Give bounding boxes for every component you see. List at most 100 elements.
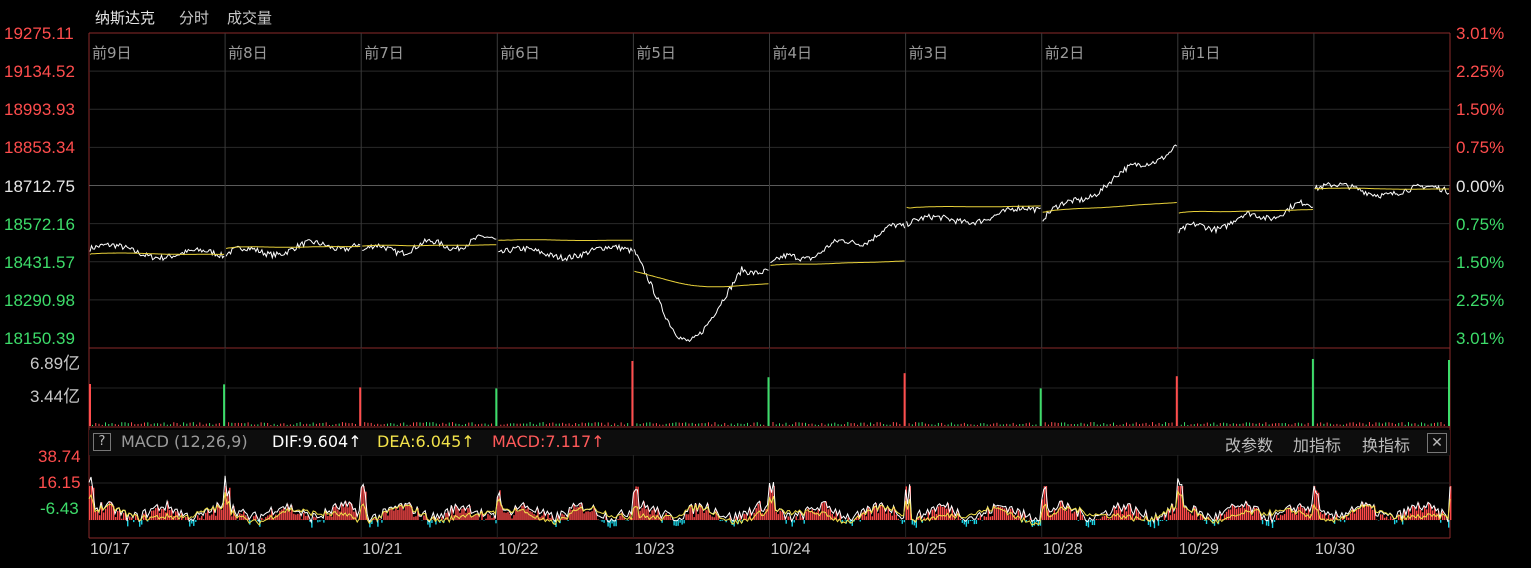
- volume-bar: [1044, 422, 1046, 426]
- volume-bar: [805, 422, 807, 426]
- volume-bar: [571, 424, 573, 426]
- macd-histogram-bar: [153, 510, 155, 521]
- volume-bar: [591, 423, 593, 426]
- volume-bar: [993, 423, 995, 426]
- volume-bar: [963, 422, 965, 426]
- volume-bar: [957, 424, 959, 426]
- volume-bar: [1265, 422, 1267, 426]
- volume-bar: [241, 423, 243, 426]
- volume-bar: [377, 423, 379, 426]
- volume-bar: [811, 423, 813, 426]
- price-tick-left: 18572.16: [4, 214, 75, 234]
- price-line-day-4: [498, 243, 633, 262]
- volume-bar: [442, 422, 444, 426]
- macd-histogram-bar: [349, 501, 351, 521]
- macd-histogram-bar: [575, 507, 577, 521]
- macd-histogram-bar: [897, 518, 899, 521]
- macd-axis-min: -6.43: [40, 499, 79, 518]
- macd-histogram-bar: [941, 506, 944, 521]
- date-tick: 10/21: [362, 541, 403, 558]
- macd-histogram-bar: [455, 505, 457, 521]
- volume-bar: [594, 422, 596, 426]
- volume-bar: [1096, 424, 1098, 426]
- volume-bar: [785, 422, 787, 426]
- close-icon[interactable]: ✕: [1427, 433, 1447, 453]
- volume-bar: [662, 424, 664, 426]
- add-indicator-button[interactable]: 加指标: [1293, 432, 1341, 456]
- volume-bar: [293, 424, 295, 426]
- volume-bar: [296, 423, 298, 426]
- volume-bar: [950, 422, 952, 426]
- macd-histogram-bar: [1187, 511, 1190, 521]
- volume-bar: [111, 423, 113, 426]
- chart-canvas[interactable]: [0, 0, 1531, 568]
- volume-bar: [1165, 422, 1167, 426]
- macd-histogram-bar: [1375, 519, 1378, 521]
- volume-bar: [1093, 422, 1095, 426]
- volume-bar: [383, 424, 385, 426]
- macd-histogram-bar: [579, 504, 581, 521]
- macd-histogram-bar: [561, 513, 563, 521]
- volume-bar: [675, 422, 677, 426]
- volume-bar: [759, 424, 761, 426]
- macd-histogram-bar: [143, 513, 145, 521]
- volume-bar: [782, 424, 784, 426]
- volume-bar: [1106, 424, 1108, 426]
- volume-bar: [412, 422, 414, 426]
- price-tick-left: 19275.11: [4, 24, 74, 43]
- macd-histogram-bar: [979, 515, 982, 521]
- volume-bar: [1255, 423, 1257, 426]
- volume-bar: [1152, 422, 1154, 426]
- volume-bar: [1223, 422, 1225, 426]
- macd-histogram-bar: [937, 506, 940, 521]
- macd-histogram-bar: [943, 506, 946, 521]
- volume-bar: [1187, 424, 1189, 426]
- volume-bar: [555, 423, 557, 426]
- macd-histogram-bar: [1277, 518, 1280, 521]
- macd-histogram-bar: [1189, 513, 1192, 521]
- price-tick-left: 18431.57: [4, 252, 75, 272]
- volume-bar: [140, 423, 142, 426]
- macd-histogram-bar: [635, 486, 637, 521]
- date-tick: 10/29: [1178, 541, 1219, 558]
- volume-bar: [114, 424, 116, 426]
- macd-histogram-bar: [795, 516, 797, 521]
- macd-histogram-bar: [1273, 520, 1276, 522]
- volume-bar: [1060, 422, 1062, 426]
- volume-bar: [144, 422, 146, 426]
- macd-histogram-bar: [1113, 507, 1116, 521]
- macd-histogram-bar: [129, 516, 131, 521]
- macd-histogram-bar: [1191, 515, 1194, 521]
- macd-histogram-bar: [199, 517, 201, 521]
- volume-bar: [484, 423, 486, 426]
- switch-indicator-button[interactable]: 换指标: [1362, 432, 1410, 456]
- volume-bar: [1404, 424, 1406, 426]
- volume-bar: [1352, 422, 1354, 426]
- help-icon[interactable]: ?: [93, 433, 111, 451]
- volume-bar: [409, 424, 411, 426]
- volume-bar: [642, 423, 644, 426]
- volume-bar: [575, 423, 577, 426]
- macd-histogram-bar: [1383, 517, 1386, 521]
- volume-bar: [1022, 424, 1024, 426]
- price-line-day-2: [225, 239, 361, 260]
- volume-bar: [260, 422, 262, 426]
- volume-bar: [665, 423, 667, 426]
- macd-histogram-bar: [665, 512, 667, 521]
- macd-histogram-bar: [305, 515, 307, 521]
- change-params-button[interactable]: 改参数: [1225, 432, 1273, 456]
- volume-bar: [516, 423, 518, 426]
- volume-bar: [319, 423, 321, 426]
- volume-bar: [565, 423, 567, 426]
- macd-histogram-bar: [627, 520, 629, 521]
- volume-bar: [399, 423, 401, 426]
- volume-bar: [908, 423, 910, 426]
- volume-spike: [223, 384, 226, 426]
- volume-bar: [1028, 422, 1030, 426]
- volume-bar: [1245, 422, 1247, 426]
- macd-histogram-bar: [1081, 515, 1084, 521]
- volume-bar: [967, 424, 969, 426]
- volume-bar: [1268, 424, 1270, 426]
- volume-bar: [478, 424, 480, 426]
- day-label: 前1日: [1180, 44, 1221, 62]
